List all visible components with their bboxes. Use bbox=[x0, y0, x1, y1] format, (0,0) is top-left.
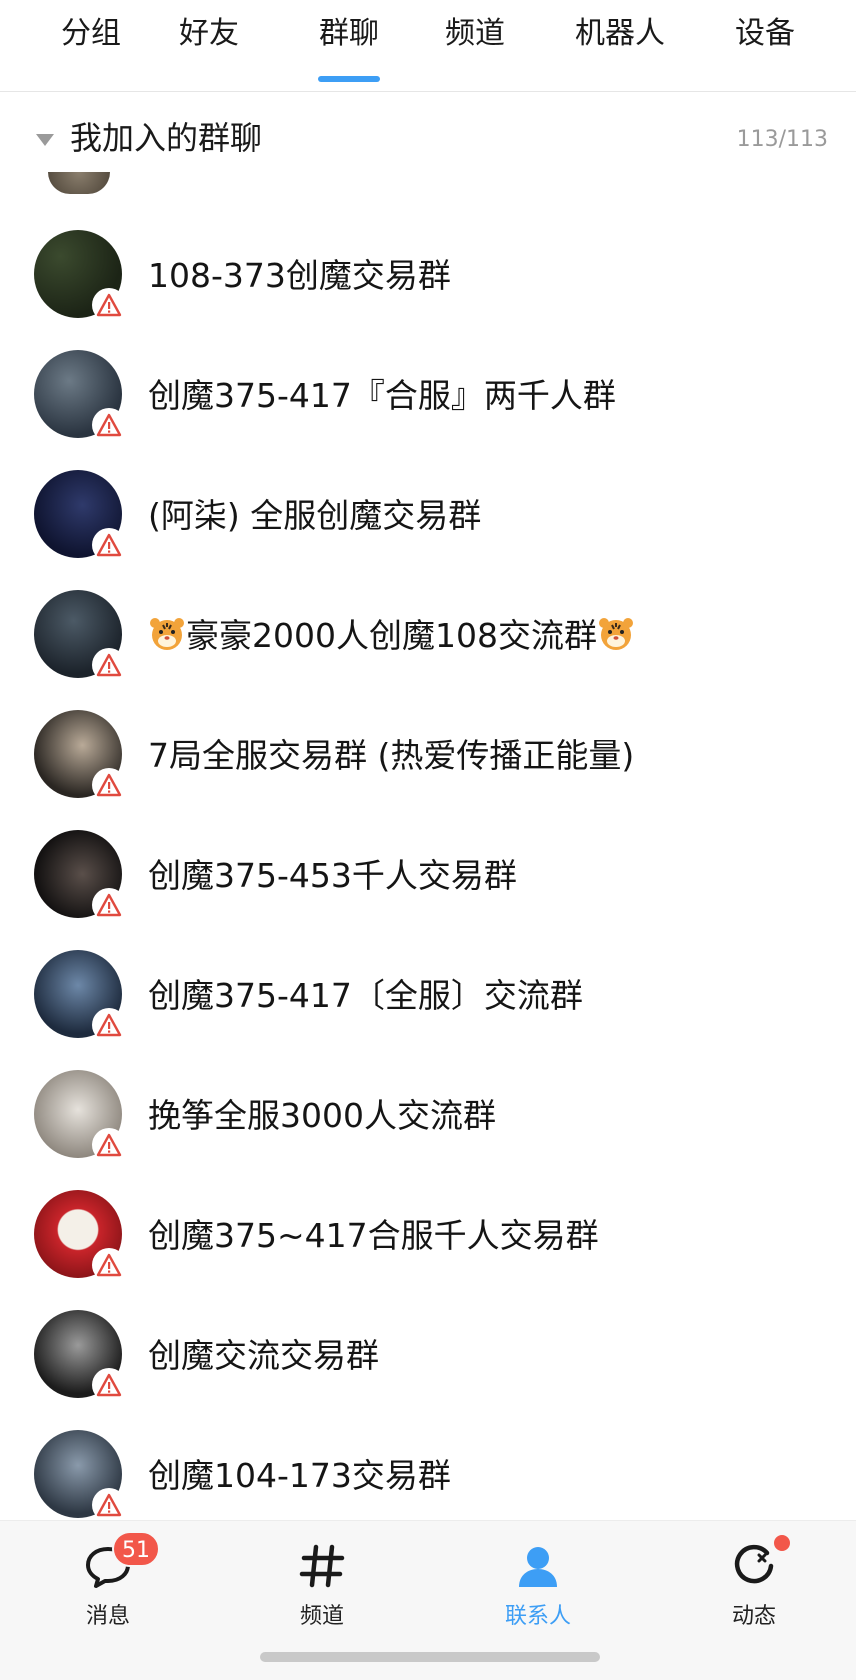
group-list-item[interactable]: (阿柒) 全服创魔交易群 bbox=[0, 456, 856, 577]
activity-circle-icon bbox=[729, 1541, 779, 1591]
nav-messages[interactable]: 51 消息 bbox=[48, 1531, 168, 1645]
warning-icon bbox=[92, 288, 126, 322]
group-list-item[interactable]: 创魔交流交易群 bbox=[0, 1296, 856, 1417]
home-indicator bbox=[260, 1652, 600, 1662]
group-name: 创魔375-417『合服』两千人群 bbox=[148, 376, 616, 415]
group-name: (阿柒) 全服创魔交易群 bbox=[148, 496, 482, 535]
contact-person-icon bbox=[513, 1541, 563, 1591]
nav-activity[interactable]: 动态 bbox=[694, 1533, 814, 1645]
nav-channels-label: 频道 bbox=[299, 1604, 344, 1629]
tab-bots-label: 机器人 bbox=[575, 16, 665, 51]
tab-friends[interactable]: 好友 bbox=[174, 14, 244, 74]
tab-channels[interactable]: 频道 bbox=[440, 14, 510, 74]
tab-devices[interactable]: 设备 bbox=[730, 14, 800, 74]
group-avatar bbox=[34, 950, 126, 1042]
group-list-item[interactable]: 挽筝全服3000人交流群 bbox=[0, 1056, 856, 1177]
section-title: 我加入的群聊 bbox=[70, 119, 263, 157]
collapse-arrow-icon bbox=[36, 134, 54, 146]
nav-contacts-label: 联系人 bbox=[504, 1604, 571, 1629]
warning-icon bbox=[92, 1248, 126, 1282]
tab-groups[interactable]: 分组 bbox=[56, 14, 126, 74]
group-name: 挽筝全服3000人交流群 bbox=[148, 1096, 496, 1135]
top-tab-bar: 分组 好友 群聊 频道 机器人 设备 bbox=[0, 0, 856, 92]
tab-groups-label: 分组 bbox=[61, 16, 121, 51]
notification-dot bbox=[772, 1533, 792, 1553]
warning-icon bbox=[92, 768, 126, 802]
group-name-row: 豪豪2000人创魔108交流群 bbox=[148, 614, 635, 658]
group-name: 创魔104-173交易群 bbox=[148, 1456, 451, 1495]
tab-devices-label: 设备 bbox=[735, 16, 795, 51]
group-list-item[interactable]: 创魔375~417合服千人交易群 bbox=[0, 1176, 856, 1297]
group-avatar bbox=[34, 830, 126, 922]
group-avatar bbox=[34, 350, 126, 442]
tiger-emoji-icon bbox=[148, 617, 186, 651]
warning-icon bbox=[92, 888, 126, 922]
tab-group-chats-label: 群聊 bbox=[319, 16, 379, 51]
warning-icon bbox=[92, 1488, 126, 1522]
hash-icon bbox=[297, 1541, 347, 1591]
group-list-item[interactable]: 7局全服交易群 (热爱传播正能量) bbox=[0, 696, 856, 817]
tab-bots[interactable]: 机器人 bbox=[570, 14, 670, 74]
group-name: 创魔375-417〔全服〕交流群 bbox=[148, 976, 583, 1015]
warning-icon bbox=[92, 1368, 126, 1402]
section-count: 113/113 bbox=[736, 127, 828, 152]
warning-icon bbox=[92, 648, 126, 682]
group-avatar bbox=[34, 1190, 126, 1282]
group-list-item[interactable]: 创魔375-417『合服』两千人群 bbox=[0, 336, 856, 457]
active-tab-indicator bbox=[318, 76, 380, 82]
group-list-item[interactable]: 创魔375-453千人交易群 bbox=[0, 816, 856, 937]
group-name: 7局全服交易群 (热爱传播正能量) bbox=[148, 736, 635, 775]
warning-icon bbox=[92, 1128, 126, 1162]
warning-icon bbox=[92, 528, 126, 562]
group-name: 108-373创魔交易群 bbox=[148, 256, 451, 295]
group-avatar bbox=[34, 1310, 126, 1402]
group-avatar bbox=[34, 470, 126, 562]
group-name: 创魔375~417合服千人交易群 bbox=[148, 1216, 599, 1255]
warning-icon bbox=[92, 1008, 126, 1042]
group-list-item[interactable]: 108-373创魔交易群 bbox=[0, 216, 856, 337]
group-avatar bbox=[34, 590, 126, 682]
unread-badge: 51 bbox=[112, 1531, 160, 1567]
group-list-item[interactable]: 豪豪2000人创魔108交流群 bbox=[0, 576, 856, 697]
group-avatar bbox=[34, 1430, 126, 1522]
tab-friends-label: 好友 bbox=[179, 16, 239, 51]
nav-activity-label: 动态 bbox=[731, 1604, 776, 1629]
group-name: 豪豪2000人创魔108交流群 bbox=[186, 616, 597, 655]
joined-groups-section-header[interactable]: 我加入的群聊 113/113 bbox=[0, 108, 856, 174]
group-avatar bbox=[34, 710, 126, 802]
group-name: 创魔交流交易群 bbox=[148, 1336, 379, 1375]
tab-channels-label: 频道 bbox=[445, 16, 505, 51]
warning-icon bbox=[92, 408, 126, 442]
group-list-item[interactable]: 创魔375-417〔全服〕交流群 bbox=[0, 936, 856, 1057]
nav-contacts[interactable]: 联系人 bbox=[478, 1535, 598, 1645]
group-list-item[interactable]: 创魔104-173交易群 bbox=[0, 1416, 856, 1537]
group-avatar-partial bbox=[48, 172, 110, 194]
group-avatar bbox=[34, 1070, 126, 1162]
group-avatar bbox=[34, 230, 126, 322]
tiger-emoji-icon bbox=[597, 617, 635, 651]
group-name: 创魔375-453千人交易群 bbox=[148, 856, 517, 895]
nav-messages-label: 消息 bbox=[85, 1604, 130, 1629]
nav-channels[interactable]: 频道 bbox=[262, 1535, 382, 1645]
tab-group-chats[interactable]: 群聊 bbox=[314, 14, 384, 82]
